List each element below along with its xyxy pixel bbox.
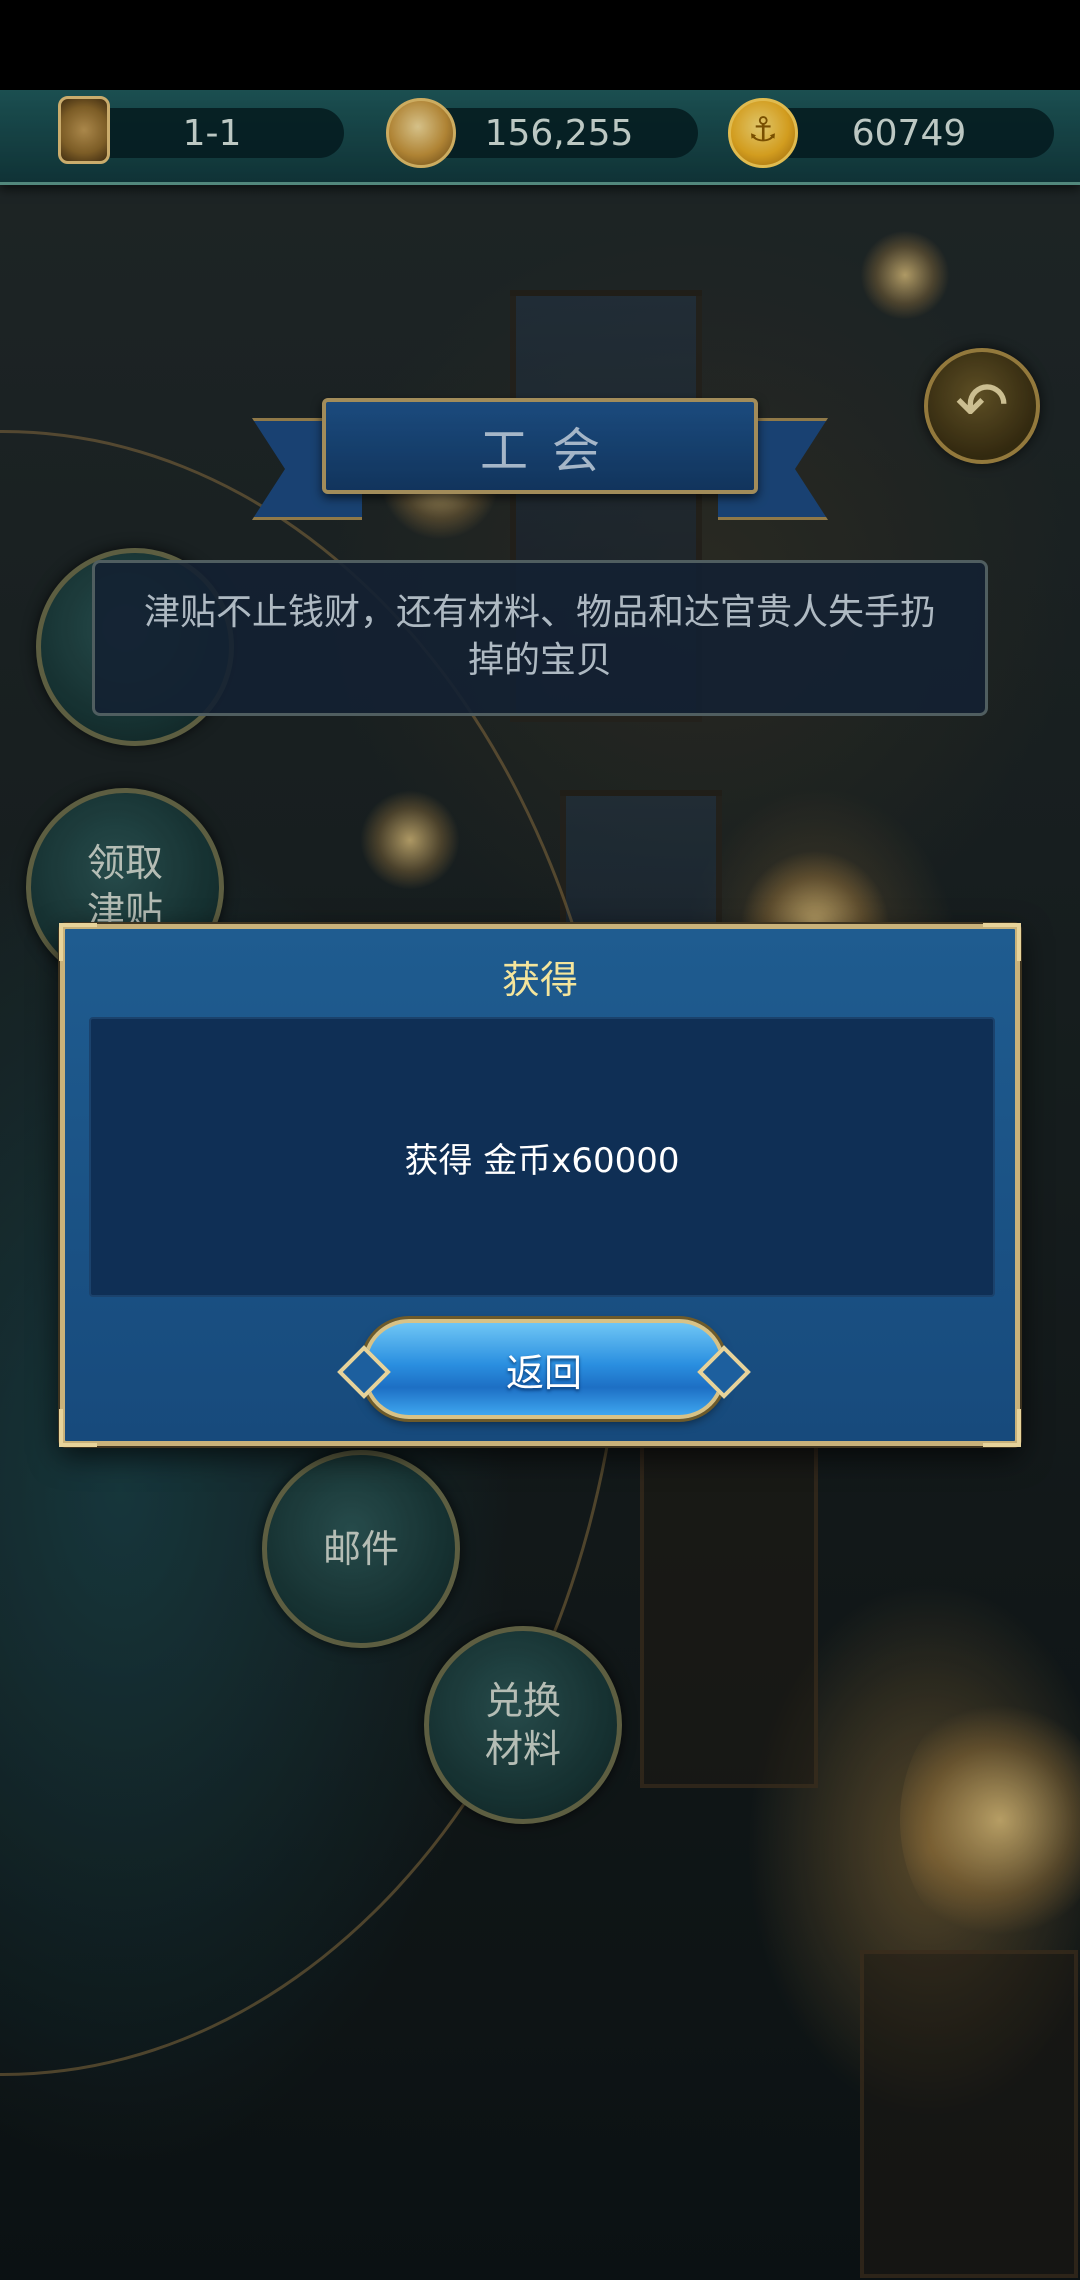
- dialog-corner-ornament: [59, 1409, 97, 1447]
- return-button-label: 返回: [505, 1350, 582, 1395]
- dialog-title: 获得: [501, 958, 578, 1002]
- return-button[interactable]: 返回: [337, 1319, 751, 1419]
- status-bar: [0, 0, 1080, 90]
- button-ornament-right: [697, 1345, 751, 1399]
- game-screen: 1-1 156,255 60749 ⚓ ↶ 工会 领取津贴 邮件 兑换材料 津贴…: [0, 0, 1080, 2280]
- dialog-message-box: 获得 金币x60000: [89, 1017, 995, 1297]
- reward-dialog: 获得 获得 金币x60000 返回: [59, 923, 1021, 1447]
- button-ornament-left: [337, 1345, 391, 1399]
- reward-message: 获得 金币x60000: [404, 1140, 680, 1181]
- dialog-corner-ornament: [983, 1409, 1021, 1447]
